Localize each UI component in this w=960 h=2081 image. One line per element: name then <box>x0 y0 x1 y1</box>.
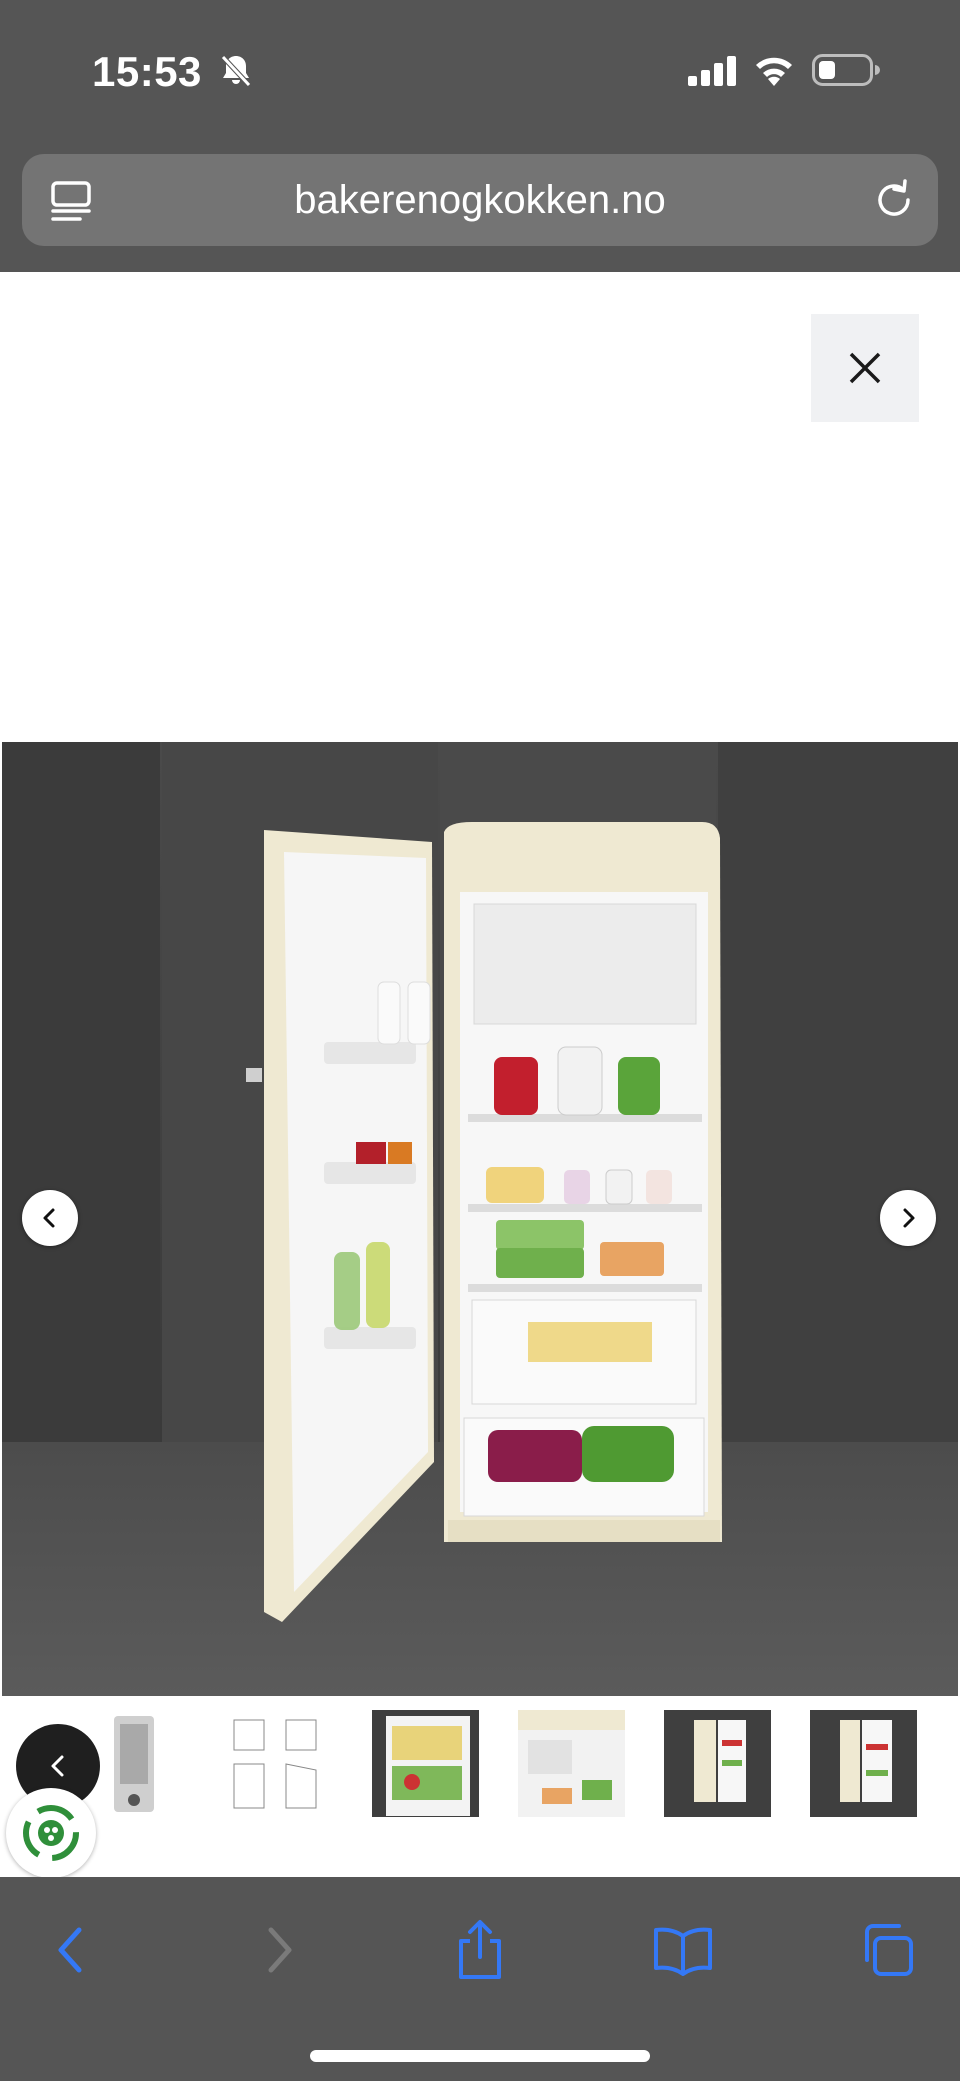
thumbnail-technical-drawing[interactable] <box>222 1710 329 1817</box>
bookmarks-button[interactable] <box>648 1915 718 1985</box>
forward-icon[interactable] <box>259 1924 299 1976</box>
thumbnail-drawers[interactable] <box>372 1710 479 1817</box>
next-image-button[interactable] <box>880 1190 936 1246</box>
share-button[interactable] <box>445 1915 515 1985</box>
product-photo-fridge <box>2 742 958 1696</box>
reload-icon[interactable] <box>872 178 916 222</box>
url-text[interactable]: bakerenogkokken.no <box>22 178 938 223</box>
back-icon[interactable] <box>51 1924 91 1976</box>
thumbnail-open-door[interactable] <box>810 1710 917 1817</box>
eco-badge[interactable] <box>6 1788 96 1878</box>
wifi-icon <box>756 57 792 86</box>
battery-icon <box>812 54 880 86</box>
chevron-left-icon[interactable] <box>39 1207 61 1229</box>
silent-bell-icon <box>221 55 251 87</box>
thumbnail-back-view[interactable] <box>110 1710 217 1817</box>
close-button[interactable] <box>811 314 919 422</box>
status-bar: 15:53 <box>0 0 960 140</box>
home-indicator[interactable] <box>310 2050 650 2062</box>
forward-button[interactable] <box>244 1915 314 1985</box>
fridge-illustration <box>2 742 958 1696</box>
chevron-left-icon[interactable] <box>45 1753 71 1779</box>
previous-image-button[interactable] <box>22 1190 78 1246</box>
thumbnail-strip <box>0 1696 960 1878</box>
tabs-icon[interactable] <box>859 1922 915 1978</box>
cellular-signal-icon <box>688 56 736 86</box>
back-button[interactable] <box>36 1915 106 1985</box>
close-icon[interactable] <box>848 351 882 385</box>
bookmarks-icon[interactable] <box>652 1924 714 1976</box>
share-icon[interactable] <box>453 1919 507 1981</box>
chevron-right-icon[interactable] <box>897 1207 919 1229</box>
eco-badge-icon[interactable] <box>18 1800 84 1866</box>
thumbnail-interior-closeup[interactable] <box>518 1710 625 1817</box>
tabs-button[interactable] <box>852 1915 922 1985</box>
address-bar[interactable]: bakerenogkokken.no <box>22 154 938 246</box>
status-time: 15:53 <box>92 48 202 95</box>
thumbnail-open-both[interactable] <box>664 1710 771 1817</box>
